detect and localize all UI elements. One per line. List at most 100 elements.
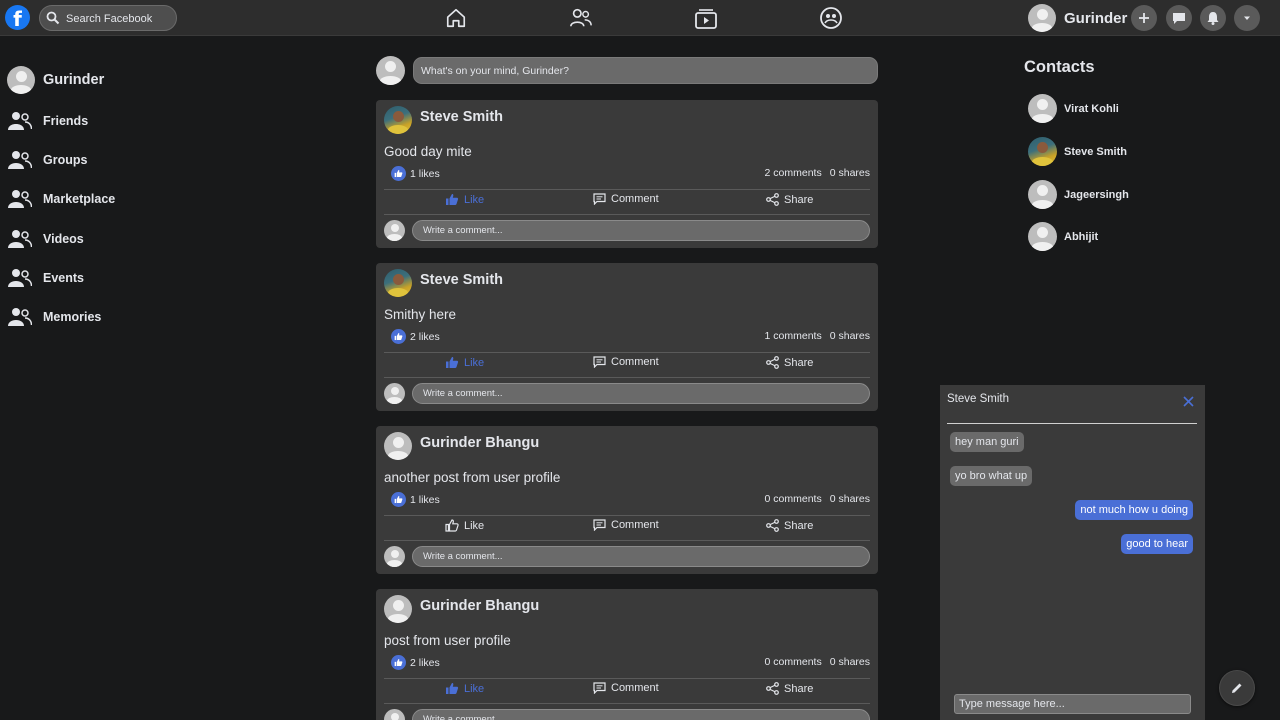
people-icon	[7, 268, 33, 288]
avatar	[1028, 180, 1057, 209]
post-card: Steve Smith Good day mite 1 likes 2 comment…	[376, 100, 878, 248]
close-chat-button[interactable]	[1183, 394, 1194, 412]
like-button[interactable]: Like	[445, 356, 484, 369]
create-button[interactable]	[1131, 5, 1157, 31]
post-author[interactable]: Steve Smith	[420, 109, 503, 125]
post-card: Gurinder Bhangu post from user profile 2 l…	[376, 589, 878, 720]
post-text: post from user profile	[384, 633, 511, 648]
contact-name: Abhijit	[1064, 230, 1099, 243]
contacts-heading: Contacts	[1024, 58, 1095, 76]
profile-name: Gurinder	[1064, 9, 1128, 27]
status-input[interactable]	[413, 57, 878, 84]
chat-divider	[947, 423, 1197, 424]
bell-icon	[1207, 12, 1219, 25]
sidebar-item-groups[interactable]: Groups	[7, 140, 207, 179]
sidebar-item-memories[interactable]: Memories	[7, 297, 207, 336]
sent-message: good to hear	[1121, 534, 1193, 554]
post-text: Smithy here	[384, 307, 457, 322]
comments-count[interactable]: 0 comments	[765, 656, 822, 668]
messenger-button[interactable]	[1166, 5, 1192, 31]
comment-button[interactable]: Comment	[593, 682, 659, 694]
watch-nav-icon[interactable]	[693, 6, 719, 30]
comment-button[interactable]: Comment	[593, 193, 659, 205]
avatar	[384, 106, 412, 134]
groups-nav-icon[interactable]	[818, 6, 844, 30]
likes-summary[interactable]: 2 likes	[391, 329, 440, 344]
contact-item[interactable]: Jageersingh	[1028, 180, 1129, 209]
shares-count[interactable]: 0 shares	[830, 167, 870, 179]
share-button[interactable]: Share	[766, 193, 813, 206]
comment-input[interactable]	[412, 546, 870, 567]
divider	[384, 515, 870, 516]
pencil-icon	[1232, 683, 1242, 693]
comment-label: Comment	[611, 193, 659, 205]
share-icon	[766, 519, 779, 532]
likes-summary[interactable]: 1 likes	[391, 166, 440, 181]
like-button[interactable]: Like	[445, 682, 484, 695]
likes-summary[interactable]: 2 likes	[391, 655, 440, 670]
shares-count[interactable]: 0 shares	[830, 493, 870, 505]
post-author[interactable]: Gurinder Bhangu	[420, 598, 539, 614]
thumbs-up-icon	[445, 519, 459, 532]
contact-item[interactable]: Steve Smith	[1028, 137, 1127, 166]
like-button[interactable]: Like	[445, 519, 484, 532]
post-author[interactable]: Steve Smith	[420, 272, 503, 288]
comment-button[interactable]: Comment	[593, 356, 659, 368]
avatar	[7, 65, 35, 94]
comments-count[interactable]: 1 comments	[765, 330, 822, 342]
avatar	[376, 56, 405, 85]
profile-chip[interactable]: Gurinder	[1028, 4, 1127, 32]
shares-count[interactable]: 0 shares	[830, 330, 870, 342]
share-label: Share	[784, 356, 814, 369]
home-nav-icon[interactable]	[443, 6, 469, 30]
contact-item[interactable]: Abhijit	[1028, 222, 1098, 251]
sidebar-item-events[interactable]: Events	[7, 258, 207, 297]
share-button[interactable]: Share	[766, 682, 813, 695]
search-box[interactable]	[39, 5, 177, 31]
divider	[384, 352, 870, 353]
caret-down-icon	[1244, 16, 1250, 20]
account-menu-button[interactable]	[1234, 5, 1260, 31]
chat-title: Steve Smith	[947, 393, 1009, 405]
close-icon	[1183, 396, 1194, 407]
share-label: Share	[784, 519, 814, 532]
post-author[interactable]: Gurinder Bhangu	[420, 435, 539, 451]
new-message-button[interactable]	[1219, 670, 1255, 706]
sidebar-item-friends[interactable]: Friends	[7, 101, 207, 140]
post-composer	[376, 56, 878, 86]
sidebar-item-videos[interactable]: Videos	[7, 219, 207, 258]
like-button[interactable]: Like	[445, 193, 484, 206]
people-icon	[7, 150, 33, 170]
people-icon	[7, 307, 33, 327]
avatar	[384, 595, 412, 623]
facebook-logo-icon[interactable]: f	[5, 5, 30, 31]
sidebar-item-label: Gurinder	[43, 71, 105, 88]
message-input[interactable]	[954, 694, 1191, 714]
comment-icon	[593, 193, 606, 205]
thumbs-up-icon	[446, 357, 459, 368]
shares-count[interactable]: 0 shares	[830, 656, 870, 668]
share-button[interactable]: Share	[766, 356, 813, 369]
comment-icon	[593, 519, 606, 531]
friends-nav-icon[interactable]	[568, 6, 594, 30]
comment-input[interactable]	[412, 220, 870, 241]
sidebar-item-profile[interactable]: Gurinder	[7, 62, 207, 97]
comment-input[interactable]	[412, 709, 870, 720]
sidebar-item-marketplace[interactable]: Marketplace	[7, 180, 207, 219]
notifications-button[interactable]	[1200, 5, 1226, 31]
comments-count[interactable]: 0 comments	[765, 493, 822, 505]
avatar	[384, 709, 405, 720]
contact-item[interactable]: Virat Kohli	[1028, 94, 1119, 123]
search-input[interactable]	[66, 10, 171, 27]
share-icon	[766, 193, 779, 206]
share-label: Share	[784, 193, 814, 206]
like-label: Like	[464, 193, 485, 206]
top-navigation-bar: f Gurinder	[0, 0, 1280, 36]
chat-window: Steve Smith hey man guri yo bro what up no…	[940, 385, 1205, 720]
share-button[interactable]: Share	[766, 519, 813, 532]
comments-count[interactable]: 2 comments	[765, 167, 822, 179]
likes-summary[interactable]: 1 likes	[391, 492, 440, 507]
comment-button[interactable]: Comment	[593, 519, 659, 531]
comment-input[interactable]	[412, 383, 870, 404]
share-icon	[766, 682, 779, 695]
